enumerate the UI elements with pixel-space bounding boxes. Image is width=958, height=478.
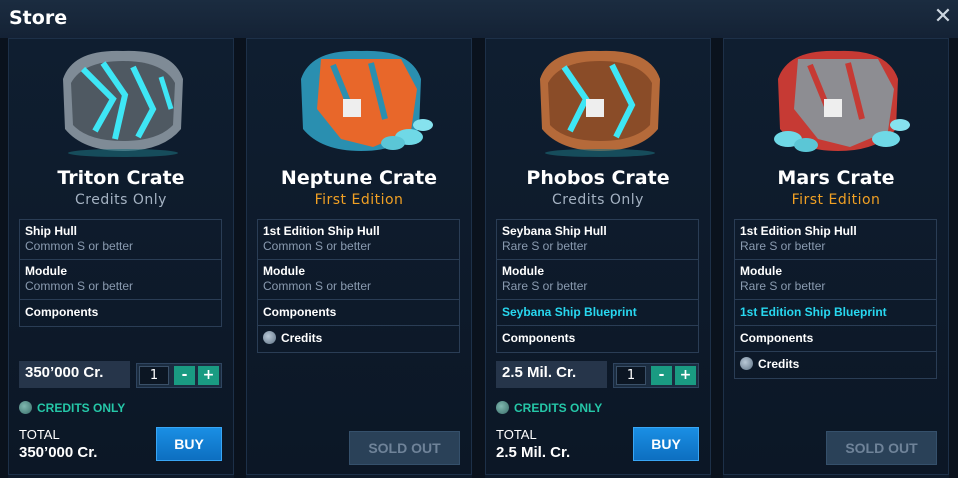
crate-name: Neptune Crate [280,167,438,189]
crate-card-mars: Mars Crate First Edition 1st Edition Shi… [723,38,949,475]
contents-row: Module Common S or better [20,260,221,300]
contents-row: 1st Edition Ship Hull Common S or better [258,220,459,260]
row-title-blueprint: Seybana Ship Blueprint [502,305,637,319]
close-icon[interactable]: ✕ [932,6,954,28]
store-title: Store [9,7,68,29]
contents-row: Module Rare S or better [735,260,936,300]
price-display: 350’000 Cr. [19,361,130,388]
crate-subtitle: Credits Only [75,192,167,208]
credits-only-label: CREDITS ONLY [37,401,126,415]
row-title: 1st Edition Ship Hull [263,224,380,238]
contents-row: Seybana Ship Blueprint [497,300,698,326]
contents-row: Credits [258,326,459,352]
contents-row: Credits [735,352,936,378]
total-value: 350’000 Cr. [19,444,98,461]
crate-card-phobos: Phobos Crate Credits Only Seybana Ship H… [485,38,711,475]
contents-row: 1st Edition Ship Hull Rare S or better [735,220,936,260]
price-display: 2.5 Mil. Cr. [496,361,607,388]
row-title-blueprint: 1st Edition Ship Blueprint [740,305,887,319]
contents-row: Components [497,326,698,352]
contents-row: Components [20,300,221,326]
panel-shade [234,38,246,478]
credits-icon [740,357,753,370]
row-title: Ship Hull [25,224,77,238]
quantity-stepper: 1 - + [136,363,222,388]
row-title: Components [263,305,337,319]
row-title: Components [25,305,99,319]
crate-subtitle: First Edition [314,192,404,208]
contents-table: Seybana Ship Hull Rare S or better Modul… [496,219,699,353]
total-value: 2.5 Mil. Cr. [496,444,571,461]
contents-table: 1st Edition Ship Hull Common S or better… [257,219,460,353]
sold-out-button: SOLD OUT [349,431,460,465]
store-titlebar: Store ✕ [0,0,958,38]
panel-shade [711,38,723,478]
crate-name: Mars Crate [777,167,895,189]
row-title: Module [502,264,544,278]
crate-subtitle: Credits Only [552,192,644,208]
increase-button[interactable]: + [675,366,696,385]
row-title: Module [25,264,67,278]
row-title: Module [740,264,782,278]
crate-name: Triton Crate [57,167,185,189]
credits-icon [19,401,32,414]
crate-card-triton: Triton Crate Credits Only Ship Hull Comm… [8,38,234,475]
contents-row: Seybana Ship Hull Rare S or better [497,220,698,260]
row-detail: Rare S or better [502,239,588,253]
buy-button[interactable]: BUY [633,427,699,461]
contents-row: 1st Edition Ship Blueprint [735,300,936,326]
quantity-input[interactable]: 1 [139,366,169,385]
total-label: TOTAL [19,427,60,442]
credits-icon [496,401,509,414]
quantity-input[interactable]: 1 [616,366,646,385]
panel-shade [472,38,485,478]
mars-crate-image [774,50,910,152]
phobos-crate-image [540,50,660,157]
row-detail: Common S or better [263,279,372,293]
crate-name: Phobos Crate [526,167,670,189]
crate-card-neptune: Neptune Crate First Edition 1st Edition … [246,38,472,475]
row-title: Credits [740,357,931,371]
credits-only-note: CREDITS ONLY [496,401,602,415]
credits-icon [263,331,276,344]
increase-button[interactable]: + [198,366,219,385]
row-credits-label: Credits [758,357,800,371]
credits-only-note: CREDITS ONLY [19,401,125,415]
row-title: Module [263,264,305,278]
row-title: 1st Edition Ship Hull [740,224,857,238]
contents-row: Components [258,300,459,326]
contents-table: 1st Edition Ship Hull Rare S or better M… [734,219,937,379]
buy-button[interactable]: BUY [156,427,222,461]
triton-crate-image [63,50,183,157]
decrease-button[interactable]: - [174,366,195,385]
quantity-stepper: 1 - + [613,363,699,388]
contents-row: Components [735,326,936,352]
contents-table: Ship Hull Common S or better Module Comm… [19,219,222,327]
panel-shade [949,38,958,478]
decrease-button[interactable]: - [651,366,672,385]
crate-subtitle: First Edition [791,192,881,208]
row-detail: Rare S or better [740,279,826,293]
row-title: Credits [263,331,454,345]
row-title: Seybana Ship Hull [502,224,607,238]
row-detail: Common S or better [25,279,134,293]
row-title: Components [502,331,576,345]
contents-row: Ship Hull Common S or better [20,220,221,260]
sold-out-button: SOLD OUT [826,431,937,465]
credits-only-label: CREDITS ONLY [514,401,603,415]
row-detail: Rare S or better [502,279,588,293]
row-title: Components [740,331,814,345]
row-detail: Rare S or better [740,239,826,253]
panel-shade [0,38,8,478]
row-detail: Common S or better [25,239,134,253]
contents-row: Module Common S or better [258,260,459,300]
neptune-crate-image [301,50,433,151]
row-credits-label: Credits [281,331,323,345]
row-detail: Common S or better [263,239,372,253]
total-label: TOTAL [496,427,537,442]
contents-row: Module Rare S or better [497,260,698,300]
